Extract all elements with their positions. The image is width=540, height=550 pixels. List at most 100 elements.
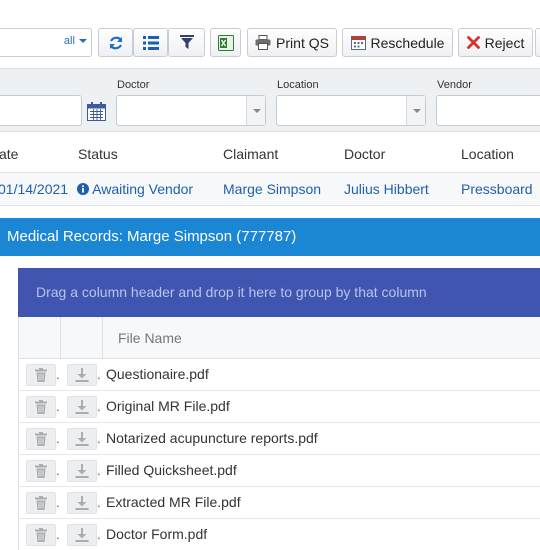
print-qs-label: Print QS (276, 34, 329, 51)
column-header-doctor[interactable]: Doctor (344, 146, 385, 162)
chevron-down-icon[interactable] (246, 96, 265, 125)
reject-button[interactable]: Reject (458, 28, 533, 57)
search-scope-dropdown[interactable]: all (64, 35, 87, 47)
list-icon (142, 35, 159, 50)
doctor-select[interactable] (116, 95, 266, 126)
file-name[interactable]: Filled Quicksheet.pdf (106, 462, 237, 478)
delete-button[interactable] (26, 460, 56, 482)
list-item[interactable]: .. Original MR File.pdf (19, 391, 540, 423)
vendor-select[interactable] (436, 95, 540, 126)
row-claimant[interactable]: Marge Simpson (223, 181, 321, 197)
refresh-icon (109, 36, 122, 49)
download-button[interactable] (67, 428, 97, 450)
separator: . (97, 431, 101, 446)
separator: . (56, 399, 60, 414)
download-button[interactable] (67, 460, 97, 482)
info-icon (77, 183, 89, 195)
download-icon (75, 400, 89, 414)
chevron-down-icon (79, 39, 87, 43)
list-item[interactable]: .. Extracted MR File.pdf (19, 487, 540, 519)
delete-button[interactable] (26, 492, 56, 514)
filter-bar: Doctor Location Vendor (0, 68, 540, 132)
row-location[interactable]: Pressboard (461, 181, 533, 197)
column-chooser-button[interactable] (133, 28, 168, 57)
delete-button[interactable] (26, 524, 56, 546)
download-button[interactable] (67, 396, 97, 418)
reschedule-label: Reschedule (370, 34, 445, 51)
toolbar: all Print QS Reschedule Reject (0, 0, 540, 68)
file-name[interactable]: Doctor Form.pdf (106, 526, 207, 542)
column-header-file-name[interactable]: File Name (118, 330, 182, 346)
list-item[interactable]: .. Filled Quicksheet.pdf (19, 455, 540, 487)
trash-icon (35, 432, 47, 446)
delete-button[interactable] (26, 428, 56, 450)
trash-icon (35, 496, 47, 510)
results-grid: ate Status Claimant Doctor Location 01/1… (0, 132, 540, 206)
filter-button[interactable] (168, 28, 205, 57)
reschedule-button[interactable]: Reschedule (342, 28, 453, 57)
column-header-claimant[interactable]: Claimant (223, 146, 278, 162)
location-select[interactable] (276, 95, 426, 126)
download-column-header (61, 317, 103, 359)
trash-icon (35, 400, 47, 414)
trash-icon (35, 528, 47, 542)
files-grid: File Name .. Questionaire.pdf.. Original M… (18, 317, 540, 550)
reject-label: Reject (484, 34, 525, 51)
list-item[interactable]: .. Questionaire.pdf (19, 359, 540, 391)
row-status-text: Awaiting Vendor (92, 181, 194, 197)
search-input[interactable]: all (0, 28, 92, 57)
column-header-date[interactable]: ate (0, 146, 18, 162)
separator: . (97, 463, 101, 478)
panel-title: Medical Records: Marge Simpson (777787) (0, 218, 540, 256)
doctor-filter-label: Doctor (117, 79, 150, 91)
table-row[interactable]: 01/14/2021 Awaiting Vendor Marge Simpson… (0, 172, 540, 206)
separator: . (97, 399, 101, 414)
file-name[interactable]: Questionaire.pdf (106, 366, 209, 382)
separator: . (56, 527, 60, 542)
separator: . (97, 527, 101, 542)
delete-button[interactable] (26, 364, 56, 386)
row-date: 01/14/2021 (0, 181, 69, 197)
toolbar-overflow-button[interactable] (535, 28, 540, 57)
download-icon (75, 432, 89, 446)
calendar-icon (350, 36, 366, 50)
trash-icon (35, 464, 47, 478)
column-header-status[interactable]: Status (78, 146, 118, 162)
download-button[interactable] (67, 364, 97, 386)
file-name[interactable]: Original MR File.pdf (106, 398, 230, 414)
print-qs-button[interactable]: Print QS (247, 28, 337, 57)
column-header-location[interactable]: Location (461, 146, 514, 162)
download-icon (75, 464, 89, 478)
date-input[interactable] (0, 95, 82, 126)
file-name[interactable]: Extracted MR File.pdf (106, 494, 241, 510)
download-button[interactable] (67, 492, 97, 514)
calendar-icon[interactable] (87, 102, 106, 121)
separator: . (97, 495, 101, 510)
delete-button[interactable] (26, 396, 56, 418)
group-by-drop-zone[interactable]: Drag a column header and drop it here to… (18, 268, 540, 317)
download-icon (75, 528, 89, 542)
separator: . (56, 431, 60, 446)
export-excel-button[interactable] (210, 28, 241, 57)
download-button[interactable] (67, 524, 97, 546)
separator: . (97, 367, 101, 382)
trash-icon (35, 368, 47, 382)
location-filter-label: Location (277, 79, 319, 91)
list-item[interactable]: .. Notarized acupuncture reports.pdf (19, 423, 540, 455)
close-icon (466, 36, 480, 49)
list-item[interactable]: .. Doctor Form.pdf (19, 519, 540, 550)
row-status[interactable]: Awaiting Vendor (77, 181, 193, 197)
separator: . (56, 495, 60, 510)
row-doctor[interactable]: Julius Hibbert (344, 181, 429, 197)
chevron-down-icon[interactable] (406, 96, 425, 125)
search-scope-label: all (63, 35, 75, 47)
download-icon (75, 496, 89, 510)
delete-column-header (19, 317, 61, 359)
app-root: all Print QS Reschedule Reject Doctor Lo… (0, 0, 540, 550)
separator: . (56, 367, 60, 382)
printer-icon (255, 35, 271, 50)
file-name[interactable]: Notarized acupuncture reports.pdf (106, 430, 318, 446)
filter-icon (179, 35, 194, 49)
refresh-button[interactable] (98, 28, 133, 57)
separator: . (56, 463, 60, 478)
